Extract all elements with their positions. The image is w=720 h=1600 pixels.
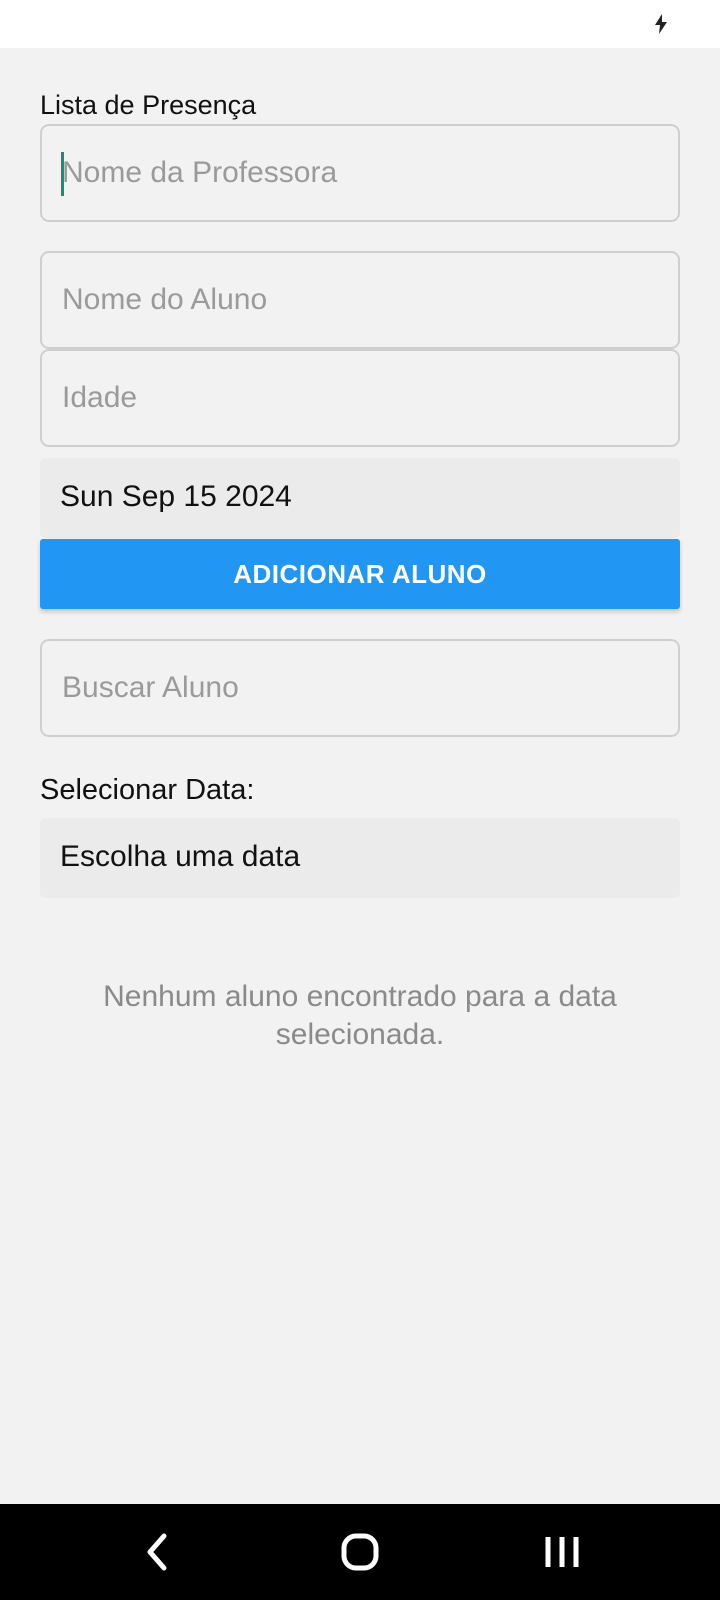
empty-list-message: Nenhum aluno encontrado para a data sele… — [103, 980, 617, 1051]
attendance-date-value: Sun Sep 15 2024 — [60, 480, 292, 513]
select-date-label: Selecionar Data: — [40, 774, 255, 806]
main-content: Lista de Presença Sun Sep 15 2024 ADICIO… — [0, 48, 720, 1504]
back-icon[interactable] — [128, 1522, 188, 1582]
page-title: Lista de Presença — [40, 90, 257, 120]
student-name-input[interactable] — [62, 253, 658, 347]
attendance-date-picker[interactable]: Sun Sep 15 2024 — [40, 458, 680, 538]
navigation-bar — [0, 1504, 720, 1600]
home-icon[interactable] — [330, 1522, 390, 1582]
teacher-name-input[interactable] — [62, 126, 658, 220]
search-student-field[interactable] — [40, 639, 680, 737]
age-input[interactable] — [62, 351, 658, 445]
add-student-button[interactable]: ADICIONAR ALUNO — [40, 539, 680, 609]
filter-date-picker-label: Escolha uma data — [60, 840, 301, 873]
status-bar — [0, 0, 720, 48]
filter-date-picker[interactable]: Escolha uma data — [40, 818, 680, 898]
charging-icon — [655, 14, 667, 34]
teacher-name-field[interactable] — [40, 124, 680, 222]
search-student-input[interactable] — [62, 641, 658, 735]
age-field[interactable] — [40, 349, 680, 447]
recents-icon[interactable] — [532, 1522, 592, 1582]
student-name-field[interactable] — [40, 251, 680, 349]
